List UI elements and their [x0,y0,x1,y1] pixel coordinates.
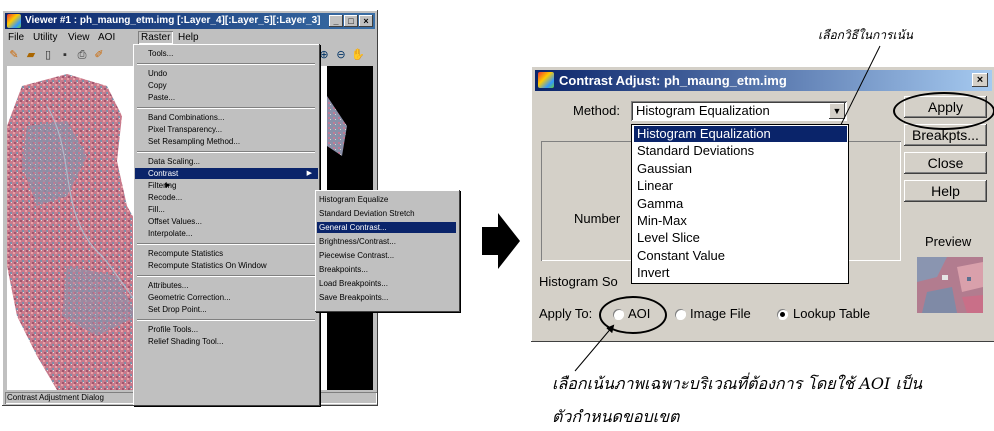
raster-menu-item-pixel-transparency[interactable]: Pixel Transparency... [135,124,222,135]
contrast-submenu: Histogram Equalize Standard Deviation Str… [315,190,460,312]
menu-item-label: Band Combinations... [148,113,225,122]
contrast-menu-item-standard-deviation-stretch[interactable]: Standard Deviation Stretch [317,208,415,219]
raster-menu-item-profile-tools[interactable]: Profile Tools... [135,324,198,335]
menu-item-label: Data Scaling... [148,157,201,166]
menu-item-label: Attributes... [148,281,189,290]
contrast-menu-item-general-contrast[interactable]: General Contrast... [317,222,456,233]
menu-item-label: Offset Values... [148,217,202,226]
annotation-aoi-hint-line2: ตัวกำหนดขอบเขต [552,407,680,426]
method-option-constant-value[interactable]: Constant Value [634,248,847,264]
method-option-invert[interactable]: Invert [634,265,847,281]
menu-separator [137,107,315,109]
raster-menu-item-recode[interactable]: Recode... [135,192,182,203]
menu-item-label: Interpolate... [148,229,193,238]
menu-item-label: Pixel Transparency... [148,125,223,134]
raster-menu-item-attributes[interactable]: Attributes... [135,280,188,291]
raster-menu-item-offset-values[interactable]: Offset Values... [135,216,202,227]
menu-item-label: Recode... [148,193,183,202]
contrast-menu-item-piecewise-contrast[interactable]: Piecewise Contrast... [317,250,394,261]
annotation-aoi-hint-line1: เลือกเน้นภาพเฉพาะบริเวณที่ต้องการ โดยใช้… [552,374,922,393]
menu-item-label: Filtering [148,181,177,190]
raster-menu-item-tools[interactable]: Tools... [135,48,173,59]
method-option-standard-deviations[interactable]: Standard Deviations [634,143,847,159]
menu-item-label: Copy [148,81,167,90]
raster-menu: Tools... Undo Copy Paste... Band Combination… [133,44,320,406]
menu-item-label: Contrast [148,169,179,178]
raster-menu-item-filtering[interactable]: Filtering ▶ [135,180,176,191]
submenu-arrow-icon: ▶ [306,170,312,177]
annotation-method-hint: เลือกวิธีในการเน้น [818,28,914,42]
raster-menu-item-undo[interactable]: Undo [135,68,167,79]
contrast-menu-item-histogram-equalize[interactable]: Histogram Equalize [317,194,388,205]
method-dropdown-list: Histogram Equalization Standard Deviation… [631,124,849,284]
menu-item-label: Paste... [148,93,176,102]
raster-menu-item-geometric-correction[interactable]: Geometric Correction... [135,292,231,303]
submenu-arrow-icon: ▶ [165,182,171,189]
menu-item-label: Tools... [148,49,174,58]
contrast-menu-item-load-breakpoints[interactable]: Load Breakpoints... [317,278,388,289]
method-option-histogram-equalization[interactable]: Histogram Equalization [634,126,847,142]
contrast-menu-item-brightness-contrast[interactable]: Brightness/Contrast... [317,236,396,247]
raster-menu-item-recompute-statistics-on-window[interactable]: Recompute Statistics On Window [135,260,267,271]
method-option-level-slice[interactable]: Level Slice [634,230,847,246]
menu-separator [137,319,315,321]
raster-menu-item-interpolate[interactable]: Interpolate... [135,228,192,239]
method-option-min-max[interactable]: Min-Max [634,213,847,229]
menu-item-label: Set Resampling Method... [148,137,241,146]
menu-item-label: Fill... [148,205,165,214]
raster-menu-item-set-drop-point[interactable]: Set Drop Point... [135,304,207,315]
menu-item-label: Recompute Statistics On Window [148,261,267,270]
method-option-linear[interactable]: Linear [634,178,847,194]
method-option-gaussian[interactable]: Gaussian [634,161,847,177]
contrast-menu-item-breakpoints[interactable]: Breakpoints... [317,264,368,275]
menu-item-label: Geometric Correction... [148,293,231,302]
menu-separator [137,243,315,245]
menu-item-label: Relief Shading Tool... [148,337,224,346]
menu-separator [137,275,315,277]
raster-menu-item-set-resampling-method[interactable]: Set Resampling Method... [135,136,240,147]
raster-menu-item-contrast[interactable]: Contrast ▶ [135,168,318,179]
raster-menu-item-recompute-statistics[interactable]: Recompute Statistics [135,248,223,259]
menu-item-label: Recompute Statistics [148,249,224,258]
method-option-gamma[interactable]: Gamma [634,196,847,212]
raster-menu-item-relief-shading-tool[interactable]: Relief Shading Tool... [135,336,223,347]
raster-menu-item-paste[interactable]: Paste... [135,92,175,103]
menu-item-label: Profile Tools... [148,325,199,334]
menu-separator [137,151,315,153]
menu-item-label: Undo [148,69,168,78]
raster-menu-item-band-combinations[interactable]: Band Combinations... [135,112,225,123]
menu-item-label: Set Drop Point... [148,305,207,314]
contrast-menu-item-save-breakpoints[interactable]: Save Breakpoints... [317,292,388,303]
raster-menu-item-copy[interactable]: Copy [135,80,167,91]
raster-menu-item-data-scaling[interactable]: Data Scaling... [135,156,200,167]
raster-menu-item-fill[interactable]: Fill... [135,204,165,215]
menu-separator [137,63,315,65]
